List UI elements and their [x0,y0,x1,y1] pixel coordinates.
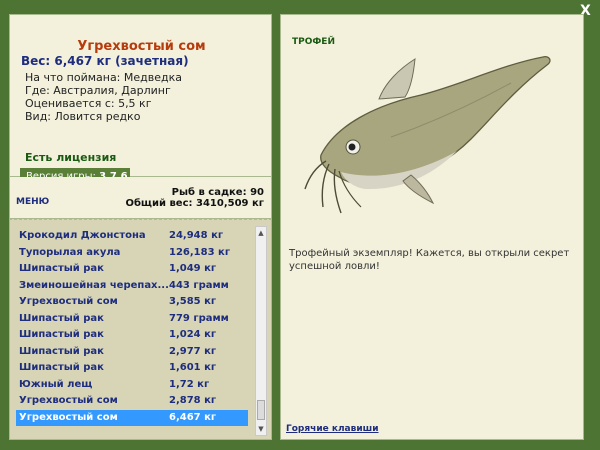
fish-image [304,55,551,214]
fish-weight: Вес: 6,467 кг (зачетная) [21,54,189,68]
list-item-weight: 2,878 кг [169,395,217,406]
list-item[interactable]: Угрехвостый сом 2,878 кг [16,393,248,409]
list-item-name: Крокодил Джонстона [19,230,146,241]
list-item-name: Шипастый рак [19,329,104,340]
list-item[interactable]: Тупорылая акула 126,183 кг [16,245,248,261]
list-item[interactable]: Южный лещ 1,72 кг [16,377,248,393]
list-item-weight: 6,467 кг [169,411,217,423]
fish-count: Рыб в садке: 90 [171,187,264,198]
fish-name: Угрехвостый сом [77,39,206,54]
catch-info-panel: Угрехвостый сом Вес: 6,467 кг (зачетная)… [9,14,272,185]
list-item-weight: 1,049 кг [169,263,217,274]
bait-info: На что поймана: Медведка [25,71,182,84]
valuation-info: Оценивается с: 5,5 кг [25,97,152,110]
list-item-name: Шипастый рак [19,345,104,357]
list-item[interactable]: Угрехвостый сом 3,585 кг [16,294,248,310]
list-item-weight: 779 грамм [169,312,229,324]
list-item[interactable]: Шипастый рак 779 грамм [16,311,248,327]
license-status: Есть лицензия [25,151,117,164]
list-item-name: Шипастый рак [19,263,104,274]
location-info: Где: Австралия, Дарлинг [25,84,171,97]
list-item-weight: 1,024 кг [169,329,217,340]
list-item-name: Тупорылая акула [19,246,121,258]
fish-list: Крокодил Джонстона 24,948 кг Тупорылая аку… [9,219,272,440]
total-weight: Общий вес: 3410,509 кг [125,198,264,209]
list-item-weight: 1,72 кг [169,378,210,390]
list-item-name: Угрехвостый сом [19,411,118,423]
list-item-weight: 126,183 кг [169,246,231,258]
trophy-description: Трофейный экземпляр! Кажется, вы открыли… [289,248,570,272]
menu-button[interactable]: МЕНЮ [16,197,49,207]
list-item-name: Южный лещ [19,378,93,390]
scroll-down-icon[interactable]: ▼ [256,423,266,435]
list-item[interactable]: Шипастый рак 1,024 кг [16,327,248,343]
scroll-thumb[interactable] [257,400,265,420]
list-item-weight: 443 грамм [169,279,229,291]
list-item[interactable]: Змеиношейная черепах... 443 грамм [16,278,248,294]
list-scrollbar[interactable]: ▲ ▼ [255,226,267,436]
list-item-weight: 1,601 кг [169,362,217,373]
list-item-name: Змеиношейная черепах... [19,279,169,291]
list-item-name: Шипастый рак [19,312,104,324]
list-item[interactable]: Угрехвостый сом 6,467 кг [16,409,248,426]
list-item-name: Шипастый рак [19,362,104,373]
list-item-weight: 2,977 кг [169,345,217,357]
list-item[interactable]: Шипастый рак 1,049 кг [16,261,248,277]
list-item-weight: 3,585 кг [169,296,217,307]
hotkeys-link[interactable]: Горячие клавиши [286,424,379,434]
list-item[interactable]: Шипастый рак 1,601 кг [16,360,248,376]
list-item-weight: 24,948 кг [169,230,224,241]
list-item-name: Угрехвостый сом [19,395,118,406]
list-item[interactable]: Шипастый рак 2,977 кг [16,344,248,360]
scroll-up-icon[interactable]: ▲ [256,227,266,239]
trophy-panel: ТРОФЕЙ Трофейный экземпляр! Кажется, вы … [280,14,584,440]
list-item-name: Угрехвостый сом [19,296,118,307]
species-info: Вид: Ловится редко [25,110,141,123]
list-item[interactable]: Крокодил Джонстона 24,948 кг [16,228,248,244]
